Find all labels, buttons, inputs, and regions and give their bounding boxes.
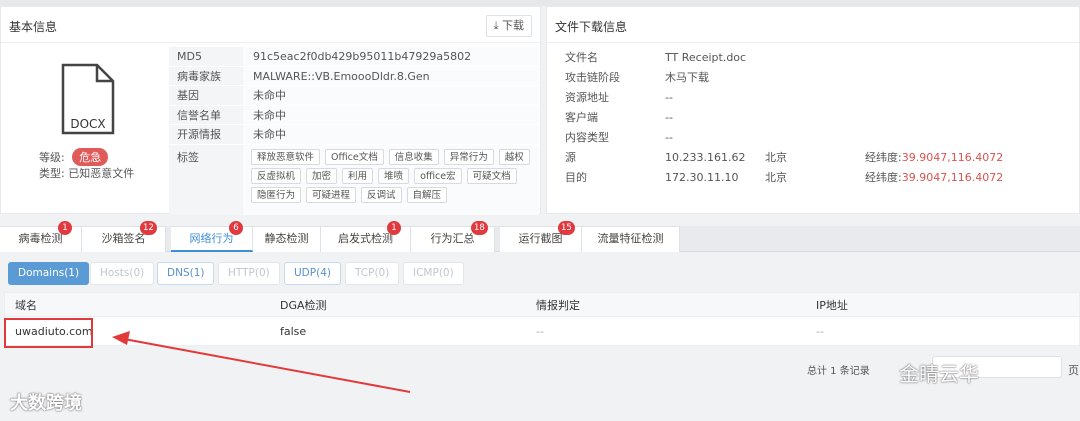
pager-page-label: 页 [1068,364,1079,377]
watermark-left: 大数跨境 [10,393,82,414]
pager-total: 总计 1 条记录 [807,366,870,377]
watermark-right: 金睛云华 [899,362,979,386]
